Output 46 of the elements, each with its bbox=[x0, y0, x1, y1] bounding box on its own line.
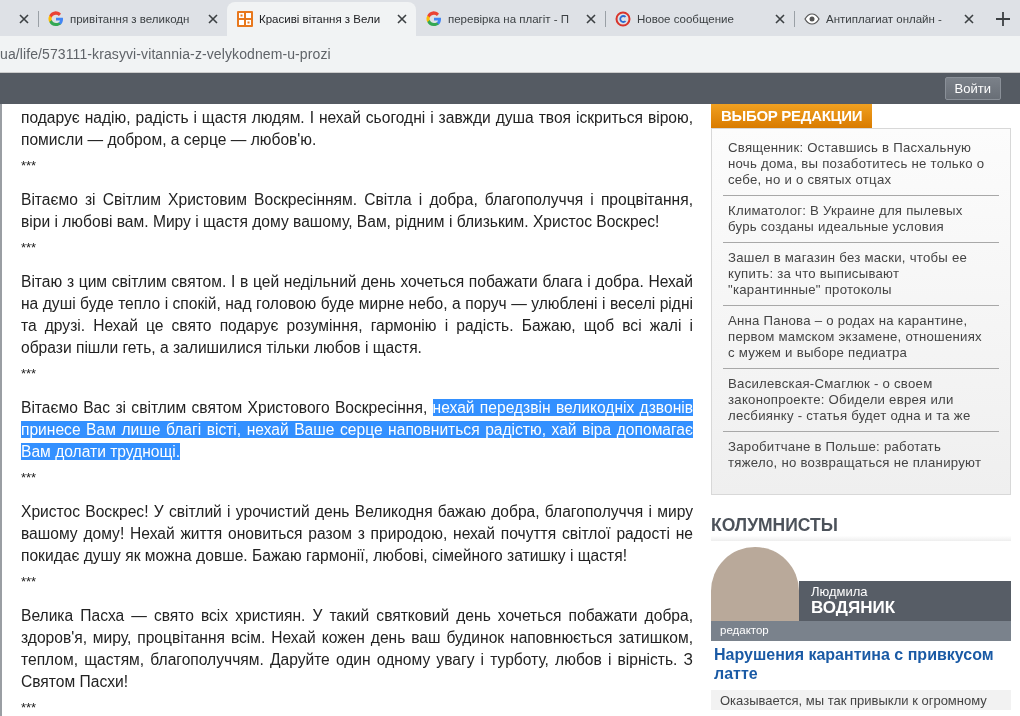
login-button[interactable]: Войти bbox=[944, 77, 1001, 100]
news-link[interactable]: Заробитчане в Польше: работать тяжело, но возвращаться не планируют bbox=[723, 432, 999, 478]
separator-stars: *** bbox=[21, 368, 38, 380]
section-title: ВЫБОР РЕДАКЦИИ bbox=[711, 104, 873, 128]
tab-title: перевірка на плагіт - П bbox=[448, 13, 571, 25]
article-paragraph: подарує надію, радість і щастя людям. І нехай сьогодні і завжди душа твоя іскриться вірою, помисли — добром, а серце — любов'ю. bbox=[21, 108, 693, 150]
article-paragraph: Велика Пасха — свято всіх християн. У такий святковий день хочеться побажати добра, здоров'я, миру, процвітання всім. Нехай кожен день ваш будинок наповнюється затишком, теплом, щастям, благополуччям. Даруйте один одному увагу і турботу, любов і вірність. З Святом Пасхи! bbox=[21, 606, 693, 692]
selected-text: принесе Вам лише благі вісті, нехай Ваше серце наповниться радістю, хай віра допомагає bbox=[21, 421, 693, 438]
tab-title: привітання з великодн bbox=[70, 13, 191, 25]
columnist-role: редактор bbox=[711, 621, 1011, 641]
news-link[interactable]: Анна Панова – о родах на карантине, первом мамском экзамене, отношениях с мужем и выборе педиатра bbox=[723, 306, 999, 369]
column-excerpt: Оказывается, мы так привыкли к огромному bbox=[711, 690, 1011, 710]
browser-tab[interactable]: перевірка на плагіт - П bbox=[416, 2, 605, 36]
separator-stars: *** bbox=[21, 576, 38, 588]
news-link[interactable]: Климатолог: В Украине для пылевых бурь созданы идеальные условия bbox=[723, 196, 999, 243]
browser-tab[interactable]: Новое сообщение bbox=[605, 2, 794, 36]
browser-tab[interactable]: Красиві вітання з Вели bbox=[227, 2, 416, 36]
article-paragraph: Вітаємо зі Світлим Христовим Воскресінням. Світла і добра, благополуччя і процвітання, віри і любові вам. Миру і щастя дому вашому, Вам, рідним і близьким. Христос Воскрес! bbox=[21, 190, 693, 232]
section-title: КОЛУМНИСТЫ bbox=[711, 515, 1011, 541]
column-headline-link[interactable]: Нарушения карантина с привкусом латте bbox=[711, 641, 1011, 690]
tab-title: Новое сообщение bbox=[637, 13, 735, 25]
new-tab-icon[interactable] bbox=[993, 9, 1013, 29]
selected-text: Вам долати труднощі. bbox=[21, 443, 181, 460]
copyright-icon bbox=[615, 11, 631, 27]
eye-icon bbox=[804, 11, 820, 27]
google-g-icon bbox=[48, 11, 64, 27]
browser-tab[interactable]: Антиплагиат онлайн - bbox=[794, 2, 983, 36]
news-link[interactable]: Василевская-Смаглюк - о своем законопроекте: Обидели еврея или лесбиянку - статья будет одна и та же bbox=[723, 369, 999, 432]
separator-stars: *** bbox=[21, 472, 38, 484]
google-g-icon bbox=[426, 11, 442, 27]
tab-title: Антиплагиат онлайн - bbox=[826, 13, 943, 25]
article-paragraph: Вітаю з цим світлим святом. І в цей недільний день хочеться побажати блага і добра. Нехай на душі буде тепло і спокій, над головою буде мирне небо, а поруч — улюблені і веселі рідні та друзі. Нехай це свято подарує розуміння, гармонію і радість. Бажаю, щоб всі жалі і образи пішли геть, а залишилися тільки любов і щастя. bbox=[21, 272, 693, 358]
columnist-first-name: Людмила bbox=[811, 585, 869, 598]
columnist-last-name: ВОДЯНИК bbox=[811, 598, 897, 617]
browser-tab[interactable]: привітання з великодн bbox=[38, 2, 227, 36]
news-link[interactable]: Священник: Оставшись в Пасхальную ночь дома, вы позаботитесь не только о себе, но и о святых отцах bbox=[723, 133, 999, 196]
separator-stars: *** bbox=[21, 702, 38, 714]
site-logo-icon bbox=[237, 11, 253, 27]
separator-stars: *** bbox=[21, 242, 38, 254]
address-url[interactable]: ua/life/573111-krasyvi-vitannia-z-velykodnem-u-prozi bbox=[0, 46, 331, 62]
news-link[interactable]: Зашел в магазин без маски, чтобы ее купить: за что выписывают "карантинные" протоколы bbox=[723, 243, 999, 306]
article-paragraph: Христос Воскрес! У світлий і урочистий день Великодня бажаю добра, благополуччя і миру вашому дому! Нехай життя оновиться разом з природою, нехай почуття світлої радості не покидає душу як можна довше. Бажаю гармонії, любові, сімейного затишку і щастя! bbox=[21, 502, 693, 566]
selected-text: нехай передзвін великодніх дзвонів bbox=[432, 399, 693, 416]
tab-title: Красиві вітання з Вели bbox=[259, 13, 382, 25]
article-paragraph: Вітаємо Вас зі світлим святом Христового Воскресіння, нехай передзвін великодніх дзвонів принесе Вам лише благі вісті, нехай Ваше серце наповниться радістю, хай віра допомагає Вам долати труднощі. bbox=[21, 398, 693, 462]
separator-stars: *** bbox=[21, 160, 38, 172]
